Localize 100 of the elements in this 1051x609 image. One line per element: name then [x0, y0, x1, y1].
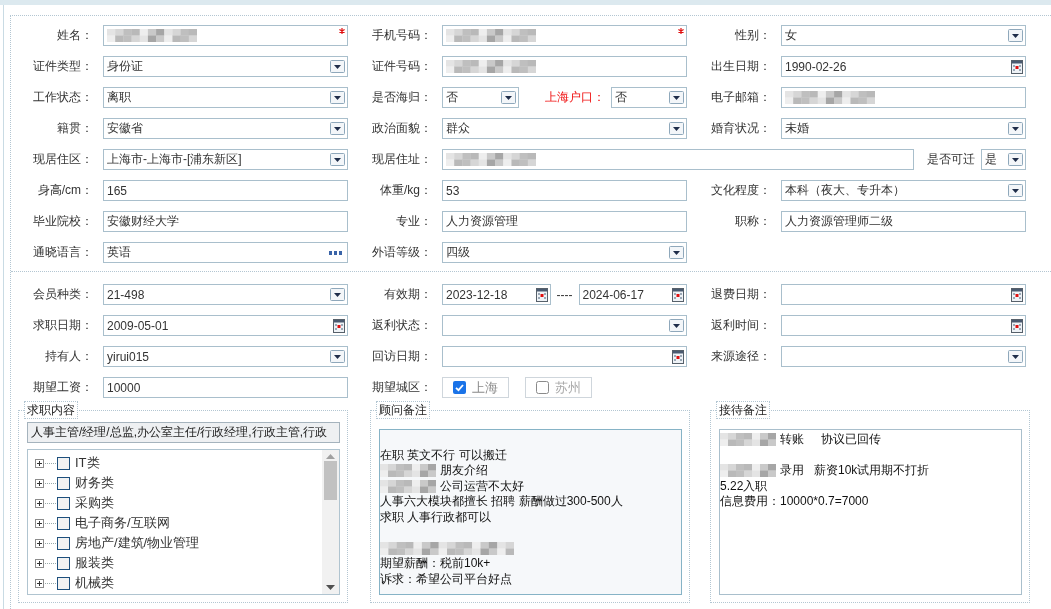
text-field[interactable]	[103, 25, 348, 46]
date-field[interactable]: 2024-06-17	[578, 284, 687, 305]
text-field[interactable]	[442, 149, 914, 170]
expand-plus-icon[interactable]	[35, 458, 44, 468]
note-text: 5.22入职	[720, 478, 768, 494]
expand-plus-icon[interactable]	[35, 518, 44, 528]
scrollbar-track[interactable]	[322, 450, 339, 594]
checkbox[interactable]	[453, 381, 466, 394]
select-field[interactable]	[442, 315, 687, 336]
field-label: 期望城区：	[372, 379, 432, 396]
calendar-icon[interactable]	[535, 287, 548, 302]
select-field[interactable]: 本科（夜大、专升本）	[781, 180, 1026, 201]
select-field[interactable]: 四级	[442, 242, 687, 263]
checkbox[interactable]	[57, 496, 70, 510]
field-label: 专业：	[396, 213, 432, 230]
date-field[interactable]	[781, 315, 1026, 336]
text-field[interactable]	[442, 25, 687, 46]
text-field[interactable]: 人力资源管理师二级	[781, 211, 1026, 232]
select-field[interactable]: 未婚	[781, 118, 1026, 139]
checkbox[interactable]	[57, 536, 70, 550]
tree-item-label[interactable]: 服装类	[75, 554, 114, 572]
calendar-icon[interactable]	[333, 318, 345, 333]
note-textarea[interactable]: 在职 英文不行 可以搬迁 朋友介绍 公司运营不太好 人事六大模块都擅长 招聘 薪酬做过300-500人 求职 人事行政都可以 期望薪酬：税前10k+ 诉求：希望公司平台好点	[379, 429, 682, 595]
text-field[interactable]: 165	[103, 180, 348, 201]
panel-legend: 求职内容	[24, 401, 78, 419]
expand-plus-icon[interactable]	[35, 558, 44, 568]
date-field[interactable]: 2023-12-18	[442, 284, 551, 305]
text-field[interactable]: 10000	[103, 377, 348, 398]
field-label: 期望工资：	[33, 379, 93, 396]
select-field[interactable]: 安徽省	[103, 118, 348, 139]
field-label: 上海户口：	[543, 89, 605, 106]
note-text: 人事六大模块都擅长 招聘 薪酬做过300-500人	[380, 494, 623, 510]
tree-item-label[interactable]: IT类	[75, 454, 100, 472]
field-label: 外语等级：	[372, 244, 432, 261]
field-label: 通晓语言：	[33, 244, 93, 261]
date-field[interactable]	[781, 284, 1026, 305]
text-field[interactable]: 安徽财经大学	[103, 211, 348, 232]
field-label: 持有人：	[45, 348, 93, 365]
tree-item-label[interactable]: 机械类	[75, 574, 114, 592]
select-field[interactable]: 上海市-上海市-[浦东新区]	[103, 149, 348, 170]
field-label: 证件类型：	[33, 58, 93, 75]
select-field[interactable]: 否	[442, 87, 519, 108]
date-field[interactable]	[442, 346, 687, 367]
checkbox[interactable]	[57, 576, 70, 590]
selected-jobs-field[interactable]: 人事主管/经理/总监,办公室主任/行政经理,行政主管,行政	[27, 422, 340, 443]
ellipsis-icon[interactable]	[329, 250, 342, 255]
select-field[interactable]: 是	[981, 149, 1026, 170]
text-field[interactable]	[781, 87, 1026, 108]
calendar-icon[interactable]	[1011, 287, 1023, 302]
field-label: 籍贯：	[57, 120, 93, 137]
expand-plus-icon[interactable]	[35, 498, 44, 508]
field-label: 来源途径：	[711, 348, 771, 365]
note-textarea[interactable]: 转账 协议已回传 录用 薪资10k试用期不打折 5.22入职 信息费用：10000*0.7=7000	[719, 429, 1022, 595]
field-label: 体重/kg：	[380, 182, 432, 199]
select-field[interactable]: 女	[781, 25, 1026, 46]
field-label: 婚育状况：	[711, 120, 771, 137]
field-label: 性别：	[735, 27, 771, 44]
scrollbar-thumb[interactable]	[324, 461, 337, 500]
note-text: 期望薪酬：税前10k+	[380, 556, 491, 572]
note-text: 在职 英文不行 可以搬迁	[380, 447, 507, 463]
expand-plus-icon[interactable]	[35, 478, 44, 488]
calendar-icon[interactable]	[1011, 318, 1023, 333]
select-field[interactable]: 21-498	[103, 284, 348, 305]
select-field[interactable]: 否	[610, 87, 687, 108]
field-label: 电子邮箱：	[711, 89, 771, 106]
select-field[interactable]: yirui015	[103, 346, 348, 367]
field-label: 姓名：	[57, 27, 93, 44]
expand-plus-icon[interactable]	[35, 538, 44, 548]
select-field[interactable]: 群众	[442, 118, 687, 139]
checkbox[interactable]	[57, 456, 70, 470]
field-label: 职称：	[735, 213, 771, 230]
note-text: 转账 协议已回传	[780, 432, 881, 448]
text-field[interactable]	[442, 56, 687, 77]
field-label: 返利状态：	[372, 317, 432, 334]
tree-item-label[interactable]: 电子商务/互联网	[75, 514, 170, 532]
field-label: 毕业院校：	[33, 213, 93, 230]
note-text: 录用 薪资10k试用期不打折	[780, 463, 930, 479]
calendar-icon[interactable]	[672, 287, 684, 302]
select-field[interactable]: 身份证	[103, 56, 348, 77]
checkbox[interactable]	[57, 476, 70, 490]
select-field[interactable]: 离职	[103, 87, 348, 108]
expand-plus-icon[interactable]	[35, 578, 44, 588]
text-field[interactable]: 人力资源管理	[442, 211, 687, 232]
checkbox[interactable]	[57, 516, 70, 530]
tree-item-label[interactable]: 房地产/建筑/物业管理	[75, 534, 200, 552]
checkbox[interactable]	[57, 556, 70, 570]
tree-item-label[interactable]: 财务类	[75, 474, 114, 492]
checkbox[interactable]	[536, 381, 549, 394]
date-field[interactable]: 1990-02-26	[781, 56, 1026, 77]
field-label: 会员种类：	[33, 286, 93, 303]
lookup-field[interactable]: 英语	[103, 242, 348, 263]
calendar-icon[interactable]	[1011, 59, 1023, 74]
checkbox-option[interactable]: 上海	[442, 377, 509, 398]
text-field[interactable]: 53	[442, 180, 687, 201]
calendar-icon[interactable]	[672, 349, 684, 364]
tree-item-label[interactable]: 采购类	[75, 494, 114, 512]
field-label: 返利时间：	[711, 317, 771, 334]
select-field[interactable]	[781, 346, 1026, 367]
date-field[interactable]: 2009-05-01	[103, 315, 348, 336]
scroll-down-icon[interactable]	[326, 585, 335, 590]
